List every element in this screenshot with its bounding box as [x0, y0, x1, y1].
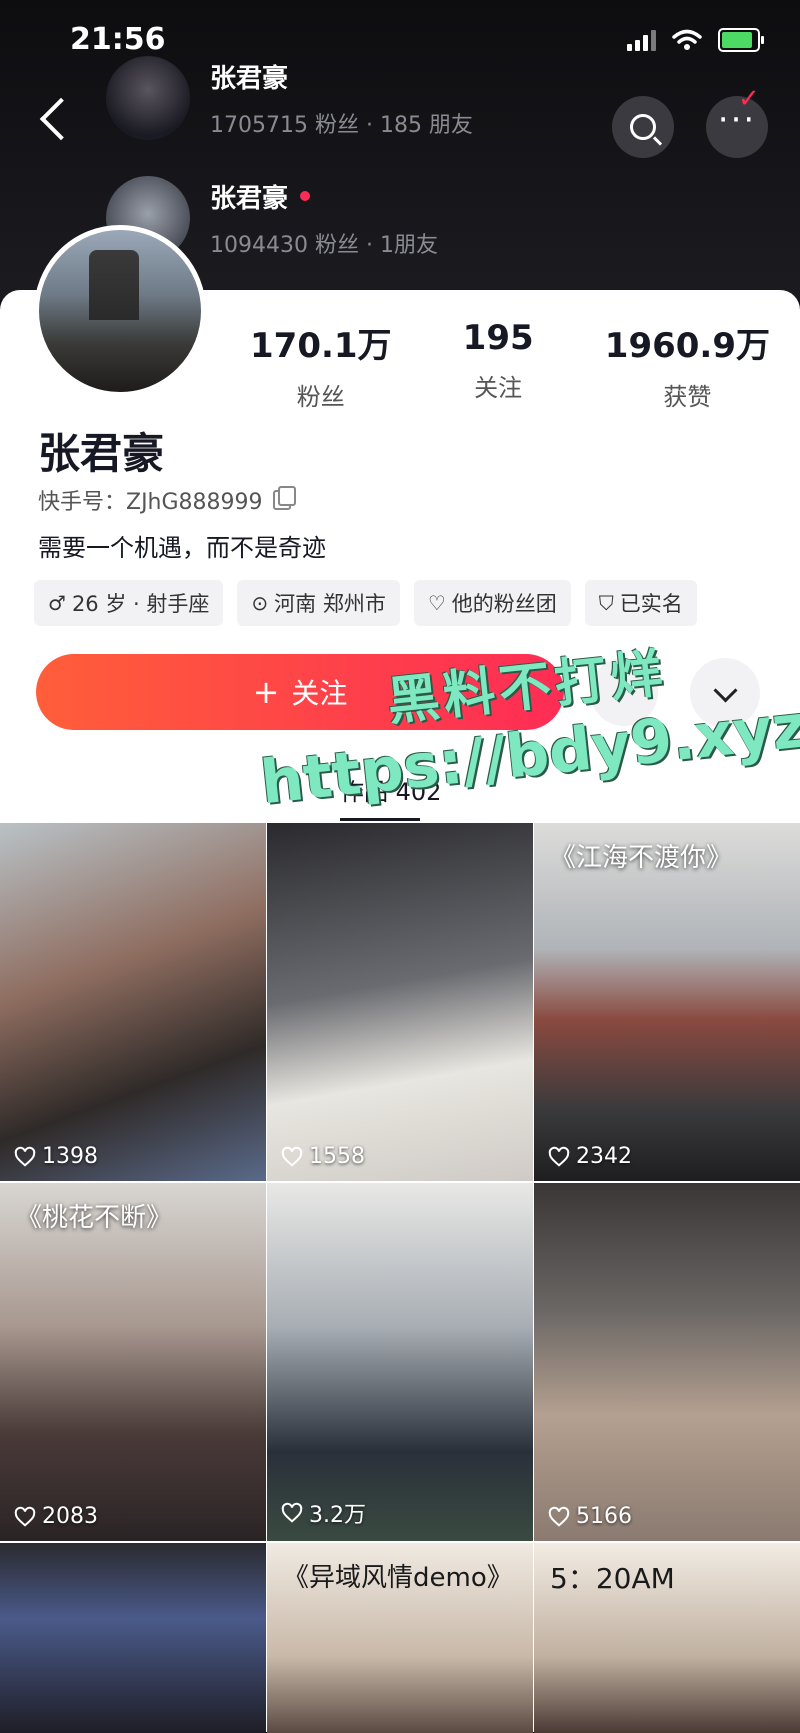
account-name: 张君豪 — [210, 63, 289, 94]
account-stats: 1705715 粉丝 · 185 朋友 — [210, 112, 473, 138]
account-name: 张君豪 — [210, 178, 438, 215]
video-tile[interactable]: 1398 — [0, 823, 266, 1181]
tile-caption: 《桃花不断》 — [16, 1203, 173, 1233]
check-icon: ✓ — [738, 84, 760, 114]
location-icon: ⊙ — [251, 591, 269, 615]
live-dot-icon — [300, 191, 311, 201]
stat-likes[interactable]: 1960.9万 获赞 — [605, 318, 770, 412]
status-time: 21:56 — [70, 22, 166, 57]
account-name-text: 张君豪 — [210, 183, 289, 214]
user-id-text: 快手号：ZJhG888999 — [38, 490, 263, 515]
verified-icon: ⛉ — [598, 591, 614, 615]
stat-fans[interactable]: 170.1万 粉丝 — [250, 318, 392, 412]
tile-likes: 3.2万 — [281, 1497, 366, 1529]
account-info: 张君豪 1094430 粉丝 · 1朋友 — [210, 178, 438, 259]
heart-icon — [281, 1502, 303, 1523]
likes-count: 3.2万 — [309, 1503, 366, 1528]
tag-age: ♂ 26 岁 · 射手座 — [34, 580, 224, 626]
tag-location: ⊙ 河南 郑州市 — [237, 580, 400, 626]
video-grid: 1398 1558 《江海不渡你》 2342 《桃花不断》 2083 3.2万 … — [0, 823, 800, 1733]
tile-likes: 1398 — [14, 1144, 98, 1169]
wifi-icon — [672, 29, 702, 50]
tile-likes: 1558 — [281, 1144, 365, 1169]
video-tile[interactable]: 1558 — [267, 823, 533, 1181]
likes-count: 5166 — [576, 1504, 632, 1529]
stat-value: 170.1万 — [250, 326, 392, 366]
search-icon — [630, 114, 656, 140]
user-id: 快手号：ZJhG888999 — [38, 484, 296, 516]
search-button[interactable] — [612, 96, 674, 158]
likes-count: 2083 — [42, 1504, 98, 1529]
stat-value: 1960.9万 — [604, 326, 770, 366]
tile-caption: 《江海不渡你》 — [550, 843, 733, 873]
tag-text: 26 岁 · 射手座 — [71, 592, 210, 616]
tag-verified: ⛉ 已实名 — [584, 580, 697, 626]
stat-value: 195 — [462, 318, 534, 358]
heart-icon — [281, 1146, 303, 1167]
tag-text: 他的粉丝团 — [451, 592, 557, 616]
tab-underline — [340, 818, 420, 821]
tile-likes: 2342 — [548, 1144, 632, 1169]
likes-count: 1398 — [42, 1144, 98, 1169]
stat-label: 关注 — [474, 374, 523, 402]
likes-count: 2342 — [576, 1144, 632, 1169]
profile-avatar[interactable] — [34, 225, 206, 397]
profile-stats: 170.1万 粉丝 195 关注 1960.9万 获赞 — [250, 318, 770, 412]
heart-icon — [548, 1506, 570, 1527]
profile-name: 张君豪 — [38, 429, 165, 478]
avatar — [106, 56, 190, 140]
account-row[interactable]: 张君豪 1705715 粉丝 · 185 朋友 — [106, 56, 473, 140]
tile-caption: 5：20AM — [550, 1562, 675, 1595]
heart-icon — [548, 1146, 570, 1167]
tag-fan-club[interactable]: ♡ 他的粉丝团 — [413, 580, 571, 626]
tile-likes: 5166 — [548, 1504, 632, 1529]
video-tile[interactable] — [0, 1543, 266, 1733]
video-tile[interactable]: 3.2万 — [267, 1183, 533, 1541]
stat-label: 获赞 — [663, 383, 712, 411]
video-tile[interactable]: 《江海不渡你》 2342 — [534, 823, 800, 1181]
tile-likes: 2083 — [14, 1504, 98, 1529]
fan-club-icon: ♡ — [427, 591, 446, 615]
likes-count: 1558 — [309, 1144, 365, 1169]
tag-text: 河南 郑州市 — [274, 592, 386, 616]
video-tile[interactable]: 5166 — [534, 1183, 800, 1541]
heart-icon — [14, 1146, 36, 1167]
account-stats: 1094430 粉丝 · 1朋友 — [210, 232, 438, 258]
profile-tags: ♂ 26 岁 · 射手座 ⊙ 河南 郑州市 ♡ 他的粉丝团 ⛉ 已实名 — [34, 580, 697, 626]
back-arrow-icon[interactable] — [39, 97, 83, 141]
video-tile[interactable]: 5：20AM — [534, 1543, 800, 1733]
signal-icon — [627, 29, 656, 51]
video-tile[interactable]: 《桃花不断》 2083 — [0, 1183, 266, 1541]
tile-caption: 《异域风情demo》 — [283, 1563, 513, 1593]
copy-icon[interactable] — [272, 486, 296, 510]
stat-following[interactable]: 195 关注 — [463, 318, 534, 412]
video-tile[interactable]: 《异域风情demo》 — [267, 1543, 533, 1733]
account-info: 张君豪 1705715 粉丝 · 185 朋友 — [210, 58, 473, 139]
stat-label: 粉丝 — [296, 383, 345, 411]
male-icon: ♂ — [48, 591, 66, 615]
battery-icon — [718, 28, 764, 52]
status-icons — [627, 28, 764, 52]
profile-bio: 需要一个机遇，而不是奇迹 — [38, 534, 326, 562]
tag-text: 已实名 — [619, 592, 683, 616]
heart-icon — [14, 1506, 36, 1527]
